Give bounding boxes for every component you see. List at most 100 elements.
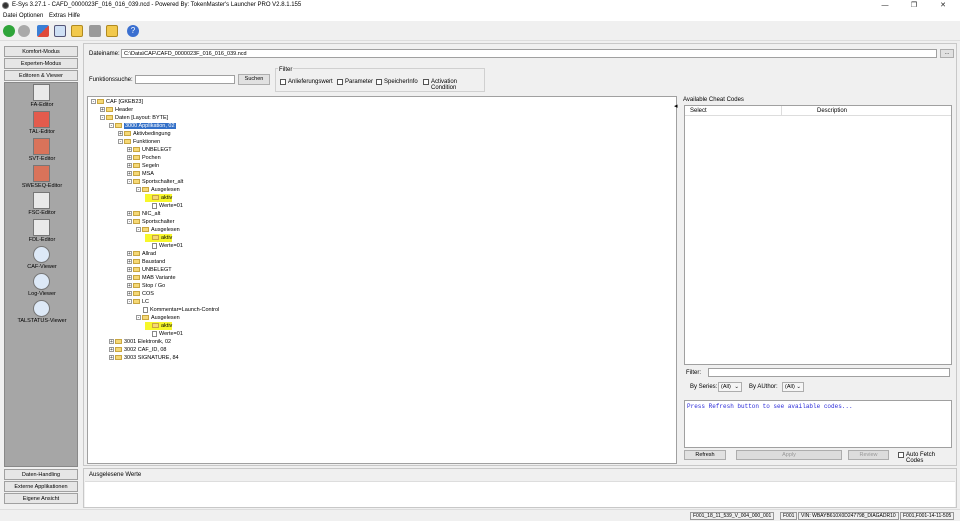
autofetch-checkbox[interactable] — [898, 452, 904, 458]
connect-icon[interactable] — [3, 25, 15, 37]
externe-applikationen-button[interactable]: Externe Applikationen — [4, 481, 78, 492]
komfort-modus-button[interactable]: Komfort-Modus — [4, 46, 78, 57]
tree-node[interactable]: + UNBELEGT — [127, 266, 172, 274]
collapse-icon[interactable]: - — [127, 179, 132, 185]
sweseq-editor-tool[interactable]: SWESEQ-Editor — [5, 165, 79, 192]
collapse-icon[interactable]: - — [136, 315, 141, 321]
expand-icon[interactable]: + — [127, 275, 132, 281]
expand-icon[interactable]: + — [127, 283, 132, 289]
menu-optionen[interactable]: Optionen — [19, 13, 43, 19]
tree-node[interactable]: + Aktivbedingung — [118, 130, 171, 138]
fa-editor-tool[interactable]: FA-Editor — [5, 84, 79, 111]
cheat-table[interactable]: Select Description — [684, 105, 952, 365]
collapse-icon[interactable]: - — [109, 123, 114, 129]
tree-node[interactable]: - Sportschalter — [127, 218, 174, 226]
tree-node[interactable]: + MSA — [127, 170, 154, 178]
minimize-icon[interactable]: — — [874, 0, 896, 11]
splitter-arrow-icon[interactable]: ◂ — [674, 102, 678, 110]
expand-icon[interactable]: + — [127, 147, 132, 153]
tree-node[interactable]: + COS — [127, 290, 154, 298]
tree-node[interactable]: - 3000 Applikation, 02 — [109, 122, 176, 130]
tree-node[interactable]: - Daten [Layout: BYTE] — [100, 114, 168, 122]
anlieferungswert-checkbox[interactable] — [280, 79, 286, 85]
collapse-icon[interactable]: - — [136, 227, 141, 233]
expand-icon[interactable]: + — [100, 107, 105, 113]
tree-node[interactable]: Werte=01 — [145, 202, 183, 210]
tree-node[interactable]: - LC — [127, 298, 149, 306]
browse-button[interactable]: ... — [940, 49, 954, 58]
eigene-ansicht-button[interactable]: Eigene Ansicht — [4, 493, 78, 504]
tree-node[interactable]: - Sportschalter_alt — [127, 178, 183, 186]
collapse-icon[interactable]: - — [91, 99, 96, 105]
tree-node[interactable]: + Segeln — [127, 162, 159, 170]
col-description[interactable]: Description — [817, 108, 847, 114]
tree-node[interactable]: aktiv — [145, 194, 173, 202]
parameter-checkbox[interactable] — [337, 79, 343, 85]
expand-icon[interactable]: + — [127, 267, 132, 273]
activation-condition-checkbox[interactable] — [423, 79, 429, 85]
refresh-button[interactable]: Refresh — [684, 450, 726, 460]
help-icon[interactable]: ? — [127, 25, 139, 37]
tree-node[interactable]: Werte=01 — [145, 330, 183, 338]
collapse-icon[interactable]: - — [127, 299, 132, 305]
daten-handling-button[interactable]: Daten-Handling — [4, 469, 78, 480]
function-search-input[interactable] — [135, 75, 235, 84]
collapse-icon[interactable]: - — [118, 139, 123, 145]
tree-node[interactable]: + Baustand — [127, 258, 165, 266]
expand-icon[interactable]: + — [127, 211, 132, 217]
expand-icon[interactable]: + — [127, 155, 132, 161]
tree-node[interactable]: aktiv — [145, 322, 173, 330]
log-viewer-tool[interactable]: Log-Viewer — [5, 273, 79, 300]
speicherinfo-checkbox[interactable] — [376, 79, 382, 85]
tree-node[interactable]: Werte=01 — [145, 242, 183, 250]
save-icon[interactable] — [89, 25, 101, 37]
cheat-filter-input[interactable] — [708, 368, 950, 377]
tree-node[interactable]: + Pochen — [127, 154, 161, 162]
tree-node[interactable]: + Header — [100, 106, 133, 114]
tree-node[interactable]: + MAB Variante — [127, 274, 176, 282]
tree-node[interactable]: +3003 SIGNATURE, 84 — [109, 354, 179, 362]
expand-icon[interactable]: + — [118, 131, 123, 137]
collapse-icon[interactable]: - — [127, 219, 132, 225]
tree-node[interactable]: +3001 Elektronik, 02 — [109, 338, 171, 346]
experten-modus-button[interactable]: Experten-Modus — [4, 58, 78, 69]
fdl-editor-tool[interactable]: FDL-Editor — [5, 219, 79, 246]
tree-node[interactable]: aktiv — [145, 234, 173, 242]
expand-icon[interactable]: + — [127, 259, 132, 265]
tree-node[interactable]: + UNBELEGT — [127, 146, 172, 154]
menu-hilfe[interactable]: Hilfe — [68, 13, 80, 19]
caf-tree-view[interactable]: - CAF [GKEB23] + Header - Daten [Layout: BYTE… — [87, 96, 677, 464]
tree-node[interactable]: + Allrad — [127, 250, 156, 258]
close-icon[interactable]: ✕ — [932, 0, 954, 11]
tree-node[interactable]: - Ausgelesen — [136, 186, 180, 194]
caf-viewer-tool[interactable]: CAF-Viewer — [5, 246, 79, 273]
expand-icon[interactable]: + — [127, 171, 132, 177]
file-path-input[interactable] — [121, 49, 937, 58]
by-author-select[interactable]: (All) ⌄ — [782, 382, 804, 392]
values-area[interactable] — [85, 481, 955, 507]
tree-node[interactable]: - Ausgelesen — [136, 314, 180, 322]
editoren-viewer-button[interactable]: Editoren & Viewer — [4, 70, 78, 81]
svt-editor-tool[interactable]: SVT-Editor — [5, 138, 79, 165]
expand-icon[interactable]: + — [109, 355, 114, 361]
talstatus-viewer-tool[interactable]: TALSTATUS-Viewer — [5, 300, 79, 327]
collapse-icon[interactable]: - — [136, 187, 141, 193]
transfer-icon[interactable] — [37, 25, 49, 37]
disconnect-icon[interactable] — [18, 25, 30, 37]
tree-node[interactable]: + Stop / Go — [127, 282, 165, 290]
menu-datei[interactable]: Datei — [3, 13, 17, 19]
open-folder-icon[interactable] — [71, 25, 83, 37]
maximize-icon[interactable]: ❐ — [903, 0, 925, 11]
screen-icon[interactable] — [54, 25, 66, 37]
search-button[interactable]: Suchen — [238, 74, 270, 85]
tree-node[interactable]: - Funktionen — [118, 138, 160, 146]
tree-node[interactable]: + NIC_alt — [127, 210, 160, 218]
tree-node[interactable]: - Ausgelesen — [136, 226, 180, 234]
tal-editor-tool[interactable]: TAL-Editor — [5, 111, 79, 138]
tree-node[interactable]: Kommentar=Launch-Control — [136, 306, 219, 314]
by-series-select[interactable]: (All) ⌄ — [718, 382, 742, 392]
folder-arrow-icon[interactable] — [106, 25, 118, 37]
menu-extras[interactable]: Extras — [49, 13, 66, 19]
apply-button[interactable]: Apply — [736, 450, 842, 460]
expand-icon[interactable]: + — [109, 347, 114, 353]
